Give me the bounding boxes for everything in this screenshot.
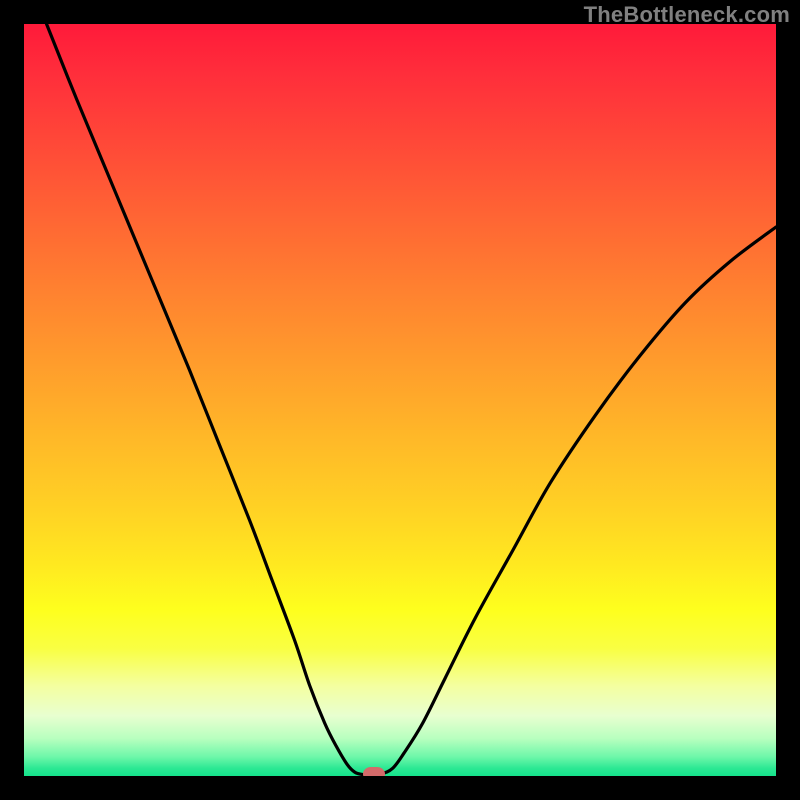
bottleneck-curve <box>24 24 776 776</box>
optimal-point-marker <box>363 767 385 776</box>
plot-area <box>24 24 776 776</box>
chart-frame: TheBottleneck.com <box>0 0 800 800</box>
